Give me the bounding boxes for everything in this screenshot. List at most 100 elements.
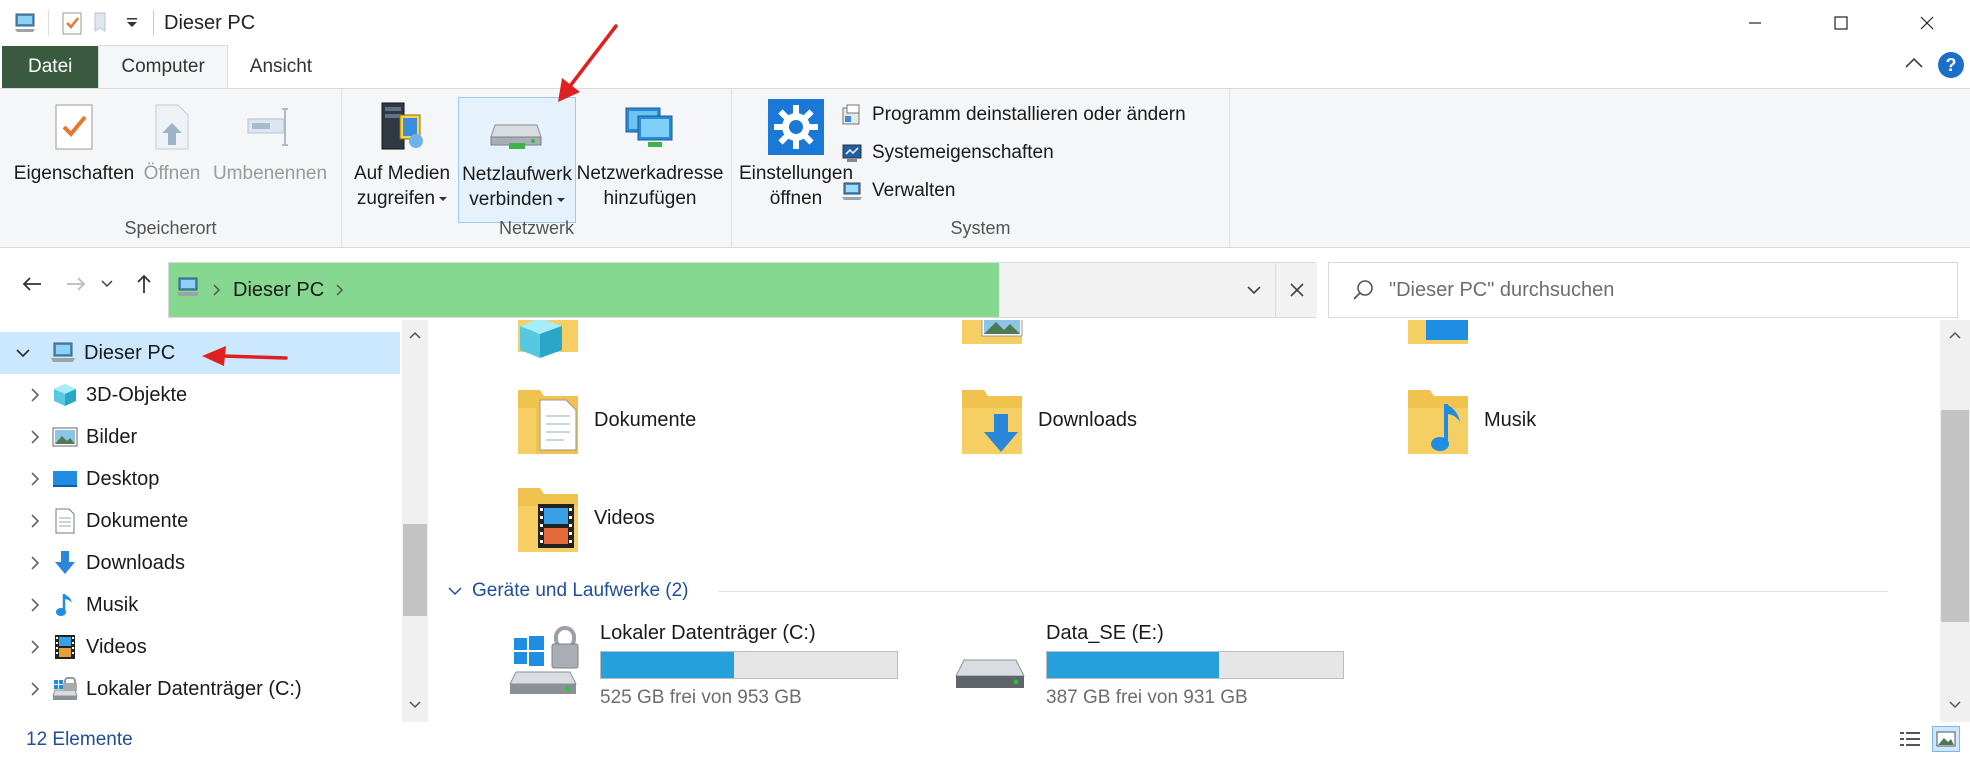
folder-tile-music[interactable]: Musik (1406, 384, 1536, 456)
breadcrumb: Dieser PC (175, 263, 344, 317)
videos-folder-icon (518, 488, 578, 552)
large-icons-view-button[interactable] (1932, 726, 1960, 752)
help-icon: ? (1945, 54, 1957, 75)
access-media-button[interactable]: Auf Medien zugreifen (348, 97, 456, 211)
window-title: Dieser PC (164, 11, 256, 34)
arrow-left-icon (22, 277, 41, 291)
section-divider (718, 591, 1888, 592)
collapse-ribbon-button[interactable] (1904, 56, 1924, 75)
folder-tile-videos[interactable]: Videos (516, 482, 655, 554)
scroll-down-icon[interactable] (402, 692, 428, 718)
tree-item-pictures[interactable]: Bilder (0, 416, 400, 458)
navigation-pane-scrollbar[interactable] (402, 320, 428, 722)
open-button[interactable]: Öffnen (138, 97, 206, 186)
pictures-icon (50, 422, 80, 452)
add-location-label-1: Netzwerkadresse (576, 163, 724, 184)
scrollbar-thumb[interactable] (403, 524, 427, 616)
new-folder-icon[interactable] (87, 8, 117, 38)
map-network-drive-button[interactable]: Netzlaufwerk verbinden (458, 97, 576, 223)
chevron-right-icon[interactable] (20, 556, 50, 570)
chevron-right-icon[interactable] (20, 388, 50, 402)
chevron-right-icon[interactable] (20, 514, 50, 528)
devices-section-header[interactable]: Geräte und Laufwerke (2) (448, 580, 689, 602)
access-media-label-1: Auf Medien (353, 163, 451, 184)
system-properties-button[interactable]: Systemeigenschaften (840, 139, 1186, 167)
uninstall-program-button[interactable]: Programm deinstallieren oder ändern (840, 101, 1186, 129)
map-drive-label-1: Netzlaufwerk (462, 164, 572, 185)
tree-item-3d-objects[interactable]: 3D-Objekte (0, 374, 400, 416)
drive-tile-e[interactable]: Data_SE (E:) 387 GB frei von 931 GB (954, 622, 1344, 709)
search-input[interactable] (1389, 278, 1929, 302)
large-icons-view-icon (1936, 731, 1956, 747)
add-network-location-button[interactable]: Netzwerkadresse hinzufügen (572, 97, 728, 211)
chevron-right-icon[interactable] (336, 284, 344, 296)
qat-customize-icon[interactable] (117, 8, 147, 38)
recent-locations-button[interactable] (98, 270, 116, 298)
tree-item-this-pc[interactable]: Dieser PC (0, 332, 400, 374)
chevron-right-icon[interactable] (20, 598, 50, 612)
properties-button[interactable]: Eigenschaften (14, 97, 134, 186)
folder-tile-pictures-partial[interactable] (960, 320, 1024, 352)
breadcrumb-item-this-pc[interactable]: Dieser PC (233, 279, 324, 302)
rename-icon (242, 97, 298, 157)
tab-datei[interactable]: Datei (2, 46, 99, 88)
help-button[interactable]: ? (1938, 52, 1964, 78)
scroll-down-icon[interactable] (1940, 692, 1970, 718)
drive-usage-fill (601, 652, 735, 678)
tree-item-videos[interactable]: Videos (0, 626, 400, 668)
manage-button[interactable]: Verwalten (840, 177, 1186, 205)
close-button[interactable] (1884, 0, 1970, 46)
group-network: Auf Medien zugreifen Netzlaufwerk verbin… (342, 89, 732, 247)
drive-tile-c[interactable]: Lokaler Datenträger (C:) 525 GB frei von… (508, 622, 898, 709)
tree-label: Videos (86, 635, 147, 658)
this-pc-icon (175, 276, 201, 304)
window-controls (1712, 0, 1970, 46)
details-view-button[interactable] (1896, 726, 1924, 752)
this-pc-icon[interactable] (10, 8, 40, 38)
drive-name: Lokaler Datenträger (C:) (600, 622, 816, 644)
folder-tile-desktop-partial[interactable] (1406, 320, 1470, 352)
chevron-up-icon (1905, 57, 1923, 68)
scrollbar-thumb[interactable] (1941, 410, 1969, 622)
maximize-button[interactable] (1798, 0, 1884, 46)
minimize-button[interactable] (1712, 0, 1798, 46)
tree-item-downloads[interactable]: Downloads (0, 542, 400, 584)
address-bar[interactable]: Dieser PC (168, 262, 1317, 318)
folder-tile-documents[interactable]: Dokumente (516, 384, 696, 456)
chevron-right-icon[interactable] (20, 472, 50, 486)
tree-item-desktop[interactable]: Desktop (0, 458, 400, 500)
search-box[interactable] (1328, 262, 1958, 318)
chevron-down-icon[interactable] (8, 348, 38, 358)
chevron-right-icon[interactable] (20, 430, 50, 444)
address-history-button[interactable] (1233, 263, 1275, 317)
tree-item-music[interactable]: Musik (0, 584, 400, 626)
tree-item-documents[interactable]: Dokumente (0, 500, 400, 542)
properties-icon (46, 97, 102, 157)
documents-folder-icon (518, 390, 578, 454)
rename-button[interactable]: Umbenennen (210, 97, 330, 186)
properties-icon[interactable] (57, 8, 87, 38)
tree-label: Dieser PC (84, 341, 176, 364)
back-button[interactable] (18, 270, 46, 298)
forward-button[interactable] (62, 270, 90, 298)
title-bar: Dieser PC (0, 0, 1970, 46)
clear-address-button[interactable] (1275, 263, 1317, 317)
ribbon-right-controls: ? (1904, 52, 1964, 78)
chevron-right-icon[interactable] (20, 682, 50, 696)
devices-section-label: Geräte und Laufwerke (2) (472, 580, 689, 601)
scroll-up-icon[interactable] (1940, 322, 1970, 348)
tree-label: Desktop (86, 467, 160, 490)
quick-access-toolbar (0, 0, 147, 46)
content-pane-scrollbar[interactable] (1940, 320, 1970, 722)
chevron-right-icon[interactable] (20, 640, 50, 654)
up-button[interactable] (130, 270, 158, 298)
navigation-pane: Dieser PC 3D-Objekte Bilder Desktop Doku… (0, 320, 432, 722)
folder-tile-3d-objects-partial[interactable] (516, 320, 580, 360)
tab-computer[interactable]: Computer (98, 45, 228, 88)
tab-ansicht[interactable]: Ansicht (228, 46, 334, 88)
folder-tile-downloads[interactable]: Downloads (960, 384, 1137, 456)
status-bar: 12 Elemente (0, 722, 1970, 757)
3d-objects-icon (50, 380, 80, 410)
scroll-up-icon[interactable] (402, 322, 428, 348)
tree-item-local-disk-c[interactable]: Lokaler Datenträger (C:) (0, 668, 400, 710)
